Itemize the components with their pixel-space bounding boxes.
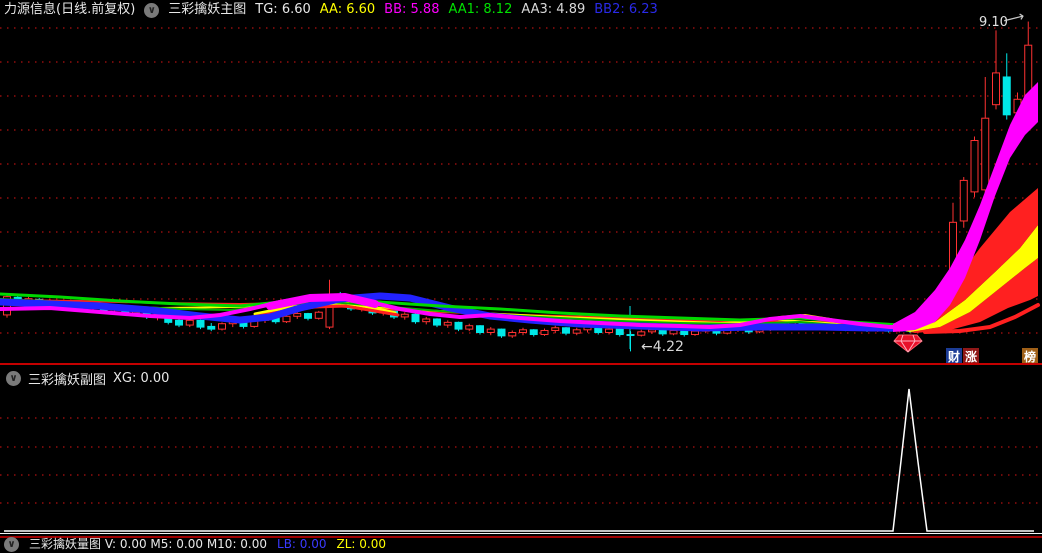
clipped-label-1: 三彩擒妖量图 V: 0.00 M5: 0.00 M10: 0.00 xyxy=(29,537,268,551)
badge-cai: 财 xyxy=(946,348,962,364)
clipped-indicator-bar: ∨ 三彩擒妖量图 V: 0.00 M5: 0.00 M10: 0.00 LB: … xyxy=(0,537,1042,553)
app-window: 力源信息(日线.前复权) ∨ 三彩擒妖主图 TG: 6.60 AA: 6.60 … xyxy=(0,0,1042,552)
sub-gridlines xyxy=(0,417,1042,504)
clipped-label-3: ZL: 0.00 xyxy=(336,537,386,551)
badge-zhang: 涨 xyxy=(963,348,979,364)
collapse-bottom-icon[interactable]: ∨ xyxy=(4,537,19,552)
diamond-gem-icon xyxy=(893,334,923,353)
sub-indicator-value: XG: 0.00 xyxy=(113,371,170,386)
sub-indicator-name[interactable]: 三彩擒妖副图 xyxy=(28,369,106,388)
subchart-baseline xyxy=(0,533,1042,534)
collapse-sub-icon[interactable]: ∨ xyxy=(6,371,21,386)
chart-canvas[interactable] xyxy=(0,0,1042,540)
main-gridlines xyxy=(0,27,1042,334)
xg-signal-line xyxy=(4,388,1034,532)
low-price-label: ←4.22 xyxy=(641,339,684,355)
pane-divider[interactable] xyxy=(0,363,1042,365)
sub-indicator-bar: ∨ 三彩擒妖副图 XG: 0.00 xyxy=(6,369,169,388)
clipped-label-2: LB: 0.00 xyxy=(277,537,327,551)
badge-bang: 榜 xyxy=(1022,348,1038,364)
